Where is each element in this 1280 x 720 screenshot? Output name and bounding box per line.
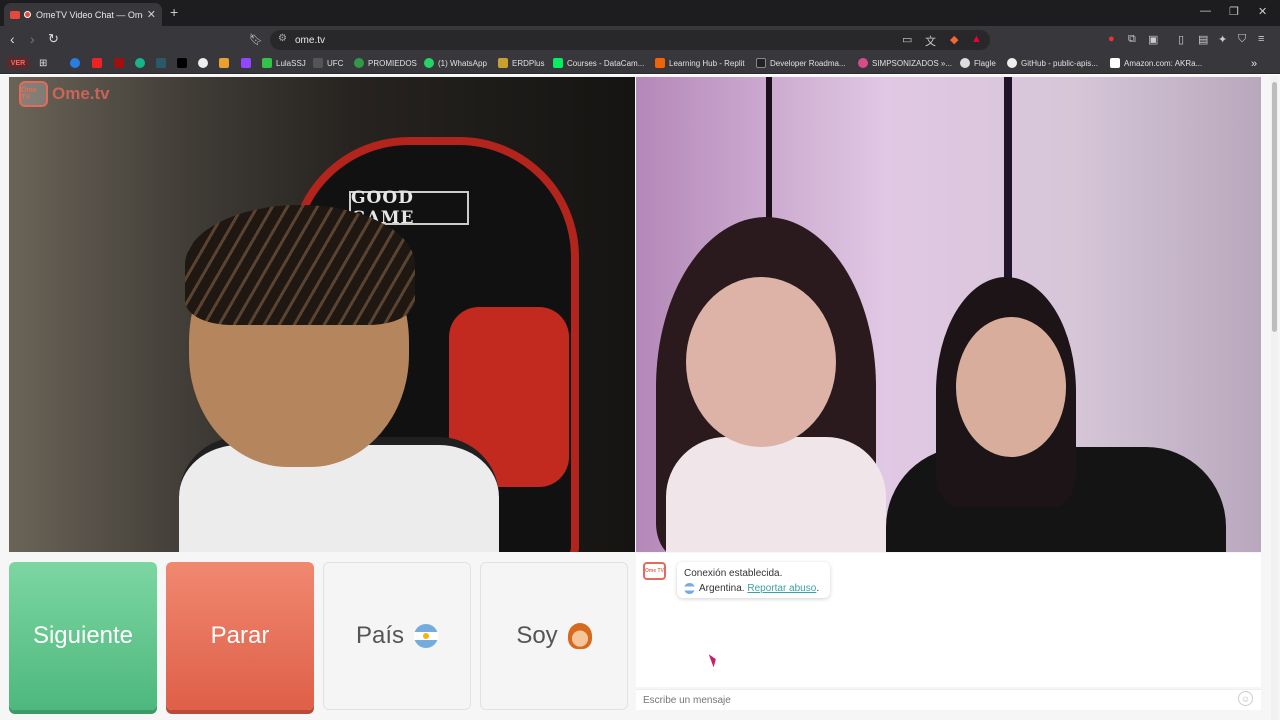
- scrollbar[interactable]: [1271, 77, 1278, 720]
- bookmark-whatsapp[interactable]: (1) WhatsApp: [424, 58, 487, 68]
- bookmark-github[interactable]: GitHub - public-apis...: [1007, 58, 1098, 68]
- scrollbar-thumb[interactable]: [1272, 82, 1277, 332]
- brave-shield-icon[interactable]: ◆: [950, 33, 958, 46]
- bookmark-flagle[interactable]: Flagle: [960, 58, 996, 68]
- person-1-body: [666, 437, 886, 552]
- bookmark-erdplus[interactable]: ERDPlus: [498, 58, 544, 68]
- person-hair: [185, 205, 415, 325]
- sidebar-icon[interactable]: ▯: [1178, 33, 1184, 46]
- cast-icon[interactable]: ▭: [902, 33, 912, 46]
- country-button-label: País: [355, 622, 405, 649]
- bookmark-label: Flagle: [974, 58, 996, 68]
- extensions-icon[interactable]: ⧉: [1128, 33, 1136, 46]
- gender-button-label: Soy: [516, 622, 558, 649]
- bookmark-promiedos[interactable]: PROMIEDOS: [354, 58, 417, 68]
- argentina-flag-icon: [414, 624, 439, 648]
- partner-country: Argentina.: [699, 583, 745, 594]
- minimize-icon[interactable]: —: [1200, 5, 1211, 17]
- bookmark-roadmap[interactable]: Developer Roadma...: [756, 58, 846, 68]
- tab-title: OmeTV Video Chat — Omeg: [36, 9, 143, 20]
- bookmark-x-icon[interactable]: [177, 58, 191, 68]
- close-tab-icon[interactable]: ✕: [147, 8, 156, 21]
- argentina-flag-small-icon: [684, 582, 695, 594]
- bookmark-icon-4[interactable]: [135, 58, 149, 68]
- leo-ai-icon[interactable]: ✦: [1218, 33, 1227, 46]
- system-message: Conexión establecida. Argentina. Reporta…: [677, 562, 830, 598]
- bookmark-datacamp[interactable]: Courses - DataCam...: [553, 58, 644, 68]
- version-badge: VER: [7, 57, 29, 69]
- ometv-logo-text: Ome.tv: [52, 84, 110, 103]
- bookmark-amazon[interactable]: Amazon.com: AKRa...: [1110, 58, 1202, 68]
- menu-icon[interactable]: ≡: [1258, 33, 1264, 45]
- ometv-favicon: [10, 10, 20, 19]
- close-window-icon[interactable]: ✕: [1258, 5, 1267, 18]
- url-bar[interactable]: ⚙ ome.tv: [270, 30, 990, 50]
- bookmark-label: Courses - DataCam...: [567, 58, 645, 68]
- bookmark-ufc[interactable]: UFC: [313, 58, 343, 68]
- report-abuse-link[interactable]: Reportar abuso: [747, 583, 816, 594]
- partner-country-line: Argentina. Reportar abuso.: [684, 581, 823, 596]
- bookmark-icon-1[interactable]: [70, 58, 84, 68]
- bookmark-twitch-icon[interactable]: [241, 58, 255, 68]
- translate-icon[interactable]: 文: [925, 33, 936, 49]
- emoji-picker-icon[interactable]: ☺: [1238, 691, 1253, 706]
- next-button-label: Siguiente: [32, 622, 134, 649]
- remote-video: [636, 77, 1261, 552]
- recording-icon: [24, 11, 31, 18]
- connection-status: Conexión establecida.: [684, 568, 783, 579]
- bookmark-icon-8[interactable]: [219, 58, 233, 68]
- country-button[interactable]: País: [323, 562, 471, 710]
- bookmark-label: GitHub - public-apis...: [1021, 58, 1098, 68]
- bookmark-icon-3[interactable]: [114, 58, 128, 68]
- url-text: ome.tv: [295, 34, 326, 46]
- bookmark-label: (1) WhatsApp: [438, 58, 487, 68]
- ometv-tv-icon: Ome TV: [19, 81, 48, 107]
- bookmark-youtube-icon[interactable]: [92, 58, 106, 68]
- ometv-logo[interactable]: Ome TV Ome.tv: [19, 81, 110, 107]
- next-button[interactable]: Siguiente: [9, 562, 157, 710]
- person-2-face: [956, 317, 1066, 457]
- bookmark-page-icon[interactable]: 🔖︎: [249, 33, 263, 46]
- report-suffix: .: [816, 583, 820, 594]
- bookmark-label: Amazon.com: AKRa...: [1124, 58, 1203, 68]
- bookmark-label: PROMIEDOS: [368, 58, 417, 68]
- bookmark-label: LulaSSJ: [276, 58, 306, 68]
- forward-icon[interactable]: ›: [30, 31, 35, 47]
- bookmark-replit[interactable]: Learning Hub - Replit: [655, 58, 745, 68]
- message-input[interactable]: [643, 694, 1223, 706]
- message-bar: [636, 689, 1261, 710]
- site-settings-icon[interactable]: ⚙: [278, 33, 287, 44]
- restore-icon[interactable]: ❐: [1229, 5, 1239, 18]
- rewards-icon[interactable]: ▲: [971, 33, 982, 45]
- woman-emoji-icon: [567, 623, 592, 649]
- bookmark-label: UFC: [327, 58, 344, 68]
- curtain-pole: [1004, 77, 1012, 287]
- vpn-icon[interactable]: ⛉: [1238, 33, 1246, 46]
- back-icon[interactable]: ‹: [10, 31, 15, 47]
- person-1-face: [686, 277, 836, 447]
- bookmark-label: Developer Roadma...: [770, 58, 846, 68]
- bookmark-lulassj[interactable]: LulaSSJ: [262, 58, 306, 68]
- reload-icon[interactable]: ↻: [48, 31, 59, 47]
- apps-grid-icon[interactable]: ⊞: [39, 58, 47, 69]
- new-tab-button[interactable]: +: [170, 4, 178, 20]
- local-video: GOOD GAME: [9, 77, 635, 552]
- bookmark-label: ERDPlus: [512, 58, 545, 68]
- bookmark-simpsonizados[interactable]: SIMPSONIZADOS »...: [858, 58, 952, 68]
- tab-search-icon[interactable]: ▣: [1148, 33, 1158, 46]
- bookmark-icon-7[interactable]: [198, 58, 212, 68]
- ometv-system-avatar-icon: Ome TV: [643, 562, 666, 580]
- wallet-icon[interactable]: ▤: [1198, 33, 1208, 46]
- gender-button[interactable]: Soy: [480, 562, 628, 710]
- browser-tab[interactable]: OmeTV Video Chat — Omeg ✕: [4, 3, 162, 26]
- bookmark-label: Learning Hub - Replit: [669, 58, 745, 68]
- more-bookmarks-icon[interactable]: »: [1251, 58, 1257, 70]
- bookmark-icon-5[interactable]: [156, 58, 170, 68]
- bookmark-label: SIMPSONIZADOS »...: [872, 58, 953, 68]
- stop-button[interactable]: Parar: [166, 562, 314, 710]
- browser-tab-bar: [0, 0, 1280, 26]
- extension-red-icon[interactable]: ●: [1108, 33, 1115, 45]
- stop-button-label: Parar: [210, 622, 270, 649]
